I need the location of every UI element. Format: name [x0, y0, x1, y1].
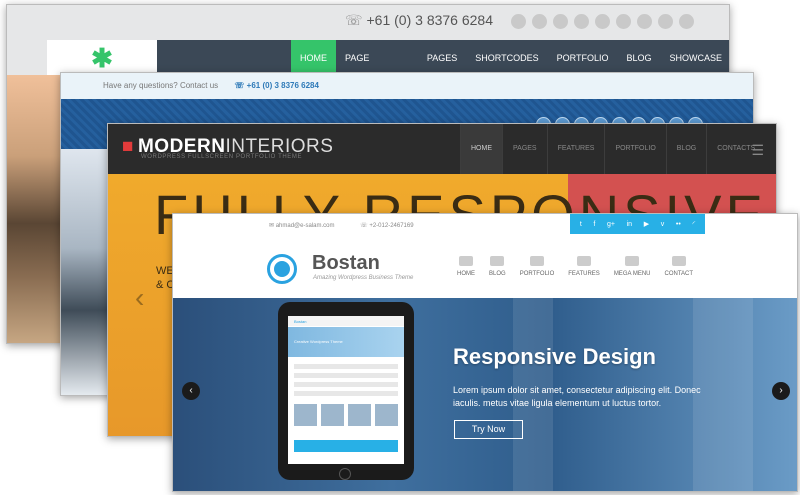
nav-mega-menu[interactable]: MEGA MENU [614, 256, 650, 277]
email-icon: ✉ [269, 223, 275, 229]
flickr-icon[interactable] [616, 14, 631, 29]
contact-email[interactable]: ahmad@e-salam.com [276, 223, 335, 229]
logo-icon[interactable] [267, 254, 297, 284]
main-nav: ✱ HOME PAGE BUILDER PAGES SHORTCODES POR… [47, 40, 729, 99]
linkedin-icon[interactable] [637, 14, 652, 29]
logo-icon: ■ [122, 136, 134, 157]
nav-page-builder[interactable]: PAGE BUILDER [336, 40, 418, 99]
nav-blog[interactable]: BLOG [617, 40, 660, 76]
youtube-icon[interactable] [595, 14, 610, 29]
pinterest-icon[interactable] [658, 14, 673, 29]
slide-body: Lorem ipsum dolor sit amet, consectetur … [453, 385, 701, 408]
top-bar: Have any questions? Contact us ☏ +61 (0)… [61, 73, 753, 99]
nav-home[interactable]: HOME [291, 40, 336, 76]
nav-pages[interactable]: PAGES [418, 40, 466, 76]
phone-icon: ☏ [344, 12, 363, 28]
facebook-icon[interactable] [511, 14, 526, 29]
nav-portfolio[interactable]: PORTFOLIO [548, 40, 618, 76]
youtube-icon[interactable]: ▶ [644, 220, 649, 228]
tablet-hero: Creative Wordpress Theme [288, 327, 404, 357]
vimeo-icon[interactable] [574, 14, 589, 29]
nav-home[interactable]: HOME [460, 124, 502, 174]
top-phone: ☏ +61 (0) 3 8376 6284 [234, 81, 319, 90]
hamburger-icon[interactable]: ☰ [751, 142, 764, 159]
brand-tagline: WORDPRESS FULLSCREEN PORTFOLIO THEME [141, 154, 303, 160]
nav-features[interactable]: FEATURES [568, 256, 600, 277]
contact-question: Have any questions? Contact us [103, 81, 219, 90]
nav-pages[interactable]: PAGES [502, 124, 547, 174]
tablet-brand: Bostan [288, 316, 404, 326]
nav-home[interactable]: HOME [457, 256, 475, 277]
tablet-gallery [294, 404, 398, 426]
paper-plane-icon [671, 256, 686, 266]
theme-preview-card-4: ✉ ahmad@e-salam.com ☏ +2-012-2467169 t f g… [172, 213, 798, 492]
slide-headline: Responsive Design [453, 344, 656, 369]
nav-shortcodes[interactable]: SHORTCODES [466, 40, 547, 76]
nav-showcase[interactable]: SHOWCASE [660, 40, 729, 76]
google-plus-icon[interactable]: g+ [607, 221, 615, 228]
grid-icon [625, 256, 640, 266]
chevron-right-icon[interactable]: › [772, 382, 790, 400]
hero-image [61, 149, 109, 395]
pencil-icon [490, 256, 505, 266]
contact-phone: +2-012-2467169 [369, 223, 414, 229]
logo-icon[interactable]: ✱ [47, 40, 157, 76]
twitter-icon[interactable] [553, 14, 568, 29]
tablet-content [294, 364, 398, 400]
nav-portfolio[interactable]: PORTFOLIO [604, 124, 665, 174]
brand-name[interactable]: Bostan [312, 252, 380, 275]
vimeo-icon[interactable]: v [661, 221, 665, 228]
header-phone: ☏ +61 (0) 3 8376 6284 [344, 12, 493, 28]
nav-blog[interactable]: BLOG [489, 256, 506, 277]
chevron-left-icon[interactable]: ‹ [182, 382, 200, 400]
dribbble-icon[interactable] [679, 14, 694, 29]
nav-menu: HOME PAGE BUILDER PAGES SHORTCODES PORTF… [291, 40, 729, 99]
try-now-button[interactable]: Try Now [454, 420, 523, 439]
phone-icon: ☏ [360, 223, 368, 229]
nav-portfolio[interactable]: PORTFOLIO [520, 256, 554, 277]
tablet-screen: Bostan Creative Wordpress Theme [288, 316, 404, 464]
cube-icon [577, 256, 592, 266]
nav-menu: HOME PAGES FEATURES PORTFOLIO BLOG CONTA… [460, 124, 765, 174]
linkedin-icon[interactable]: in [627, 221, 632, 228]
chevron-left-icon[interactable]: ‹ [135, 282, 144, 314]
brand-tagline: Amazing Wordpress Business Theme [313, 275, 414, 281]
tablet-footer [294, 440, 398, 452]
nav-blog[interactable]: BLOG [665, 124, 706, 174]
camera-icon [529, 256, 544, 266]
tablet-mockup: Bostan Creative Wordpress Theme [278, 302, 414, 480]
nav-menu: HOME BLOG PORTFOLIO FEATURES MEGA MENU C… [457, 256, 693, 277]
home-icon [459, 256, 473, 266]
hero-image [7, 75, 62, 343]
social-icons [511, 14, 694, 29]
nav-features[interactable]: FEATURES [546, 124, 605, 174]
home-button-icon [339, 468, 351, 480]
facebook-icon[interactable]: f [593, 221, 595, 228]
rss-icon[interactable]: ◜ [692, 220, 695, 228]
google-plus-icon[interactable] [532, 14, 547, 29]
social-bar: t f g+ in ▶ v •• ◜ [570, 214, 705, 234]
twitter-icon[interactable]: t [580, 221, 582, 228]
flickr-icon[interactable]: •• [676, 221, 681, 228]
nav-contact[interactable]: CONTACT [664, 256, 693, 277]
header: ■ MODERNINTERIORS WORDPRESS FULLSCREEN PO… [108, 124, 776, 174]
